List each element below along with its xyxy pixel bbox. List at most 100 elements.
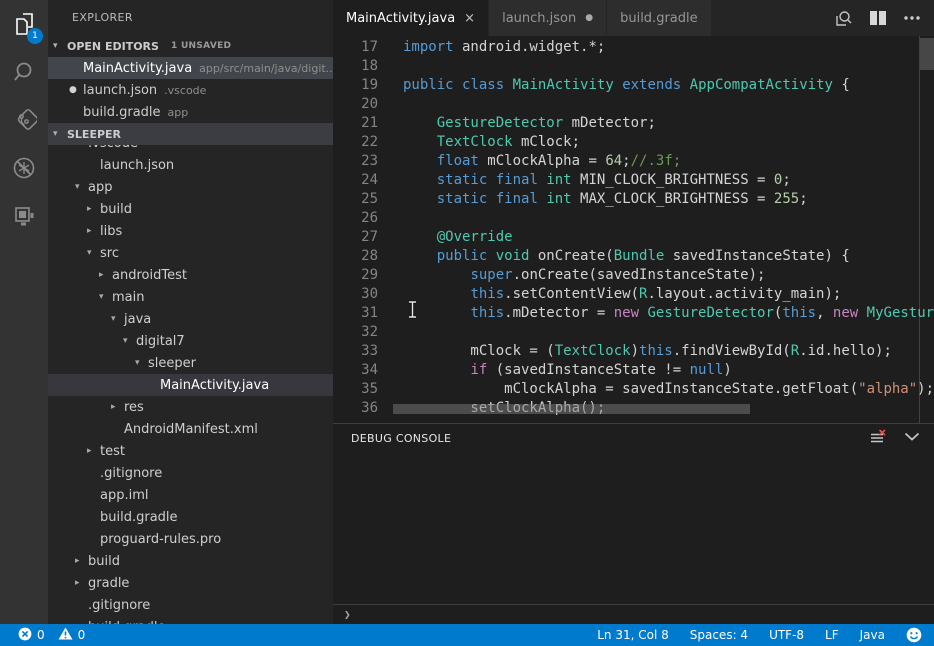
tree-item[interactable]: ▾main [48, 286, 333, 308]
twistie-collapsed-icon[interactable]: ▸ [87, 446, 100, 456]
tab-build.gradle[interactable]: build.gradle [607, 0, 712, 36]
tree-item[interactable]: launch.json [48, 154, 333, 176]
line-number: 19 [333, 76, 378, 95]
panel-tab-debug-console[interactable]: DEBUG CONSOLE [351, 432, 451, 445]
problems-status[interactable]: 0 0 [0, 627, 85, 644]
line-number: 21 [333, 114, 378, 133]
code-line: 20 [333, 95, 934, 114]
tree-item[interactable]: proguard-rules.pro [48, 528, 333, 550]
more-actions-icon[interactable] [904, 16, 920, 20]
explorer-activity-button[interactable]: 1 [0, 0, 48, 48]
status-item[interactable]: Java [860, 628, 885, 642]
source-control-activity-button[interactable] [0, 96, 48, 144]
open-editors-header[interactable]: ▾ OPEN EDITORS 1 UNSAVED [48, 35, 333, 57]
extensions-activity-button[interactable] [0, 192, 48, 240]
close-icon[interactable]: × [464, 12, 475, 25]
code-line: 27 @Override [333, 228, 934, 247]
tree-item[interactable]: ▸libs [48, 220, 333, 242]
tree-item[interactable]: build.gradle [48, 506, 333, 528]
open-preview-icon[interactable] [835, 10, 852, 27]
tree-item[interactable]: ▸androidTest [48, 264, 333, 286]
tree-item-label: res [124, 400, 144, 415]
twistie-collapsed-icon[interactable]: ▸ [87, 226, 100, 236]
line-number: 27 [333, 228, 378, 247]
tree-item[interactable]: ▸gradle [48, 572, 333, 594]
open-editor-item[interactable]: MainActivity.javaapp/src/main/java/digit… [48, 57, 333, 79]
tab-actions [835, 0, 934, 36]
tree-item[interactable]: AndroidManifest.xml [48, 418, 333, 440]
tree-item-label: launch.json [100, 158, 174, 173]
warning-icon [58, 627, 73, 643]
tree-item[interactable]: ▸res [48, 396, 333, 418]
twistie-collapsed-icon[interactable]: ▸ [111, 402, 124, 412]
debug-activity-button[interactable] [0, 144, 48, 192]
line-number: 28 [333, 247, 378, 266]
open-editor-item[interactable]: build.gradleapp [48, 101, 333, 123]
unsaved-count-badge: 1 UNSAVED [171, 41, 231, 51]
debug-console-input[interactable]: ❯ [333, 604, 934, 624]
tree-item-label: sleeper [148, 356, 196, 371]
editor-group: MainActivity.java×launch.json● build.grad… [333, 0, 934, 624]
tree-item[interactable]: ▾sleeper [48, 352, 333, 374]
extensions-icon [11, 203, 37, 229]
code-line: 31 this.mDetector = new GestureDetector(… [333, 304, 934, 323]
code-line: 22 TextClock mClock; [333, 133, 934, 152]
code-text: static final int MIN_CLOCK_BRIGHTNESS = … [403, 171, 791, 190]
tree-item[interactable]: build.gradle [48, 616, 333, 624]
horizontal-scrollbar[interactable] [393, 404, 750, 414]
code-text: super.onCreate(savedInstanceState); [403, 266, 765, 285]
tree-item[interactable]: .gitignore [48, 462, 333, 484]
tabs: MainActivity.java×launch.json● build.grad… [333, 0, 712, 36]
open-editor-label: launch.json [83, 83, 157, 98]
status-item[interactable]: LF [825, 628, 839, 642]
open-editor-item[interactable]: ●launch.json.vscode [48, 79, 333, 101]
close-panel-chevron-icon[interactable] [904, 432, 920, 441]
code-text: @Override [403, 228, 513, 247]
code-text: public class MainActivity extends AppCom… [403, 76, 850, 95]
tab-MainActivity.java[interactable]: MainActivity.java× [333, 0, 489, 36]
tree-item[interactable]: ▾src [48, 242, 333, 264]
tree-item[interactable]: ▸build [48, 550, 333, 572]
tree-item[interactable]: MainActivity.java [48, 374, 333, 396]
twistie-expanded-icon[interactable]: ▾ [135, 358, 148, 368]
tree-item[interactable]: app.iml [48, 484, 333, 506]
tree-item[interactable]: ▸build [48, 198, 333, 220]
twistie-expanded-icon[interactable]: ▾ [75, 182, 88, 192]
folder-section-header[interactable]: ▾ SLEEPER [48, 123, 333, 145]
status-item[interactable]: Ln 31, Col 8 [597, 628, 669, 642]
tree-item-label: build [88, 554, 120, 569]
code-text: static final int MAX_CLOCK_BRIGHTNESS = … [403, 190, 808, 209]
twistie-collapsed-icon[interactable]: ▸ [75, 578, 88, 588]
twistie-expanded-icon[interactable]: ▾ [99, 292, 112, 302]
tree-item[interactable]: ▾digital7 [48, 330, 333, 352]
twistie-expanded-icon[interactable]: ▾ [111, 314, 124, 324]
line-number: 36 [333, 399, 378, 418]
code-line: 21 GestureDetector mDetector; [333, 114, 934, 133]
tree-item[interactable]: ▾app [48, 176, 333, 198]
activity-bar: 1 [0, 0, 48, 624]
tree-item[interactable]: ▾java [48, 308, 333, 330]
tree-item[interactable]: .gitignore [48, 594, 333, 616]
status-item[interactable]: Spaces: 4 [690, 628, 748, 642]
clear-console-icon[interactable] [870, 429, 887, 444]
tree-item-label: build [100, 202, 132, 217]
tab-label: build.gradle [620, 11, 698, 26]
code-editor[interactable]: 17import android.widget.*;1819public cla… [333, 36, 934, 423]
line-number: 35 [333, 380, 378, 399]
source-control-icon [11, 107, 37, 133]
tree-item[interactable]: ▸test [48, 440, 333, 462]
error-count: 0 [37, 628, 45, 642]
search-activity-button[interactable] [0, 48, 48, 96]
twistie-collapsed-icon[interactable]: ▸ [99, 270, 112, 280]
twistie-expanded-icon[interactable]: ▾ [123, 336, 136, 346]
code-line: 24 static final int MIN_CLOCK_BRIGHTNESS… [333, 171, 934, 190]
split-editor-icon[interactable] [870, 11, 886, 25]
status-item[interactable]: UTF-8 [769, 628, 804, 642]
code-text: import android.widget.*; [403, 38, 605, 57]
twistie-expanded-icon[interactable]: ▾ [87, 248, 100, 258]
twistie-collapsed-icon[interactable]: ▸ [75, 556, 88, 566]
twistie-collapsed-icon[interactable]: ▸ [87, 204, 100, 214]
vertical-scrollbar[interactable] [920, 38, 934, 70]
feedback-smiley-icon[interactable] [906, 627, 922, 643]
tab-launch.json[interactable]: launch.json● [489, 0, 607, 36]
